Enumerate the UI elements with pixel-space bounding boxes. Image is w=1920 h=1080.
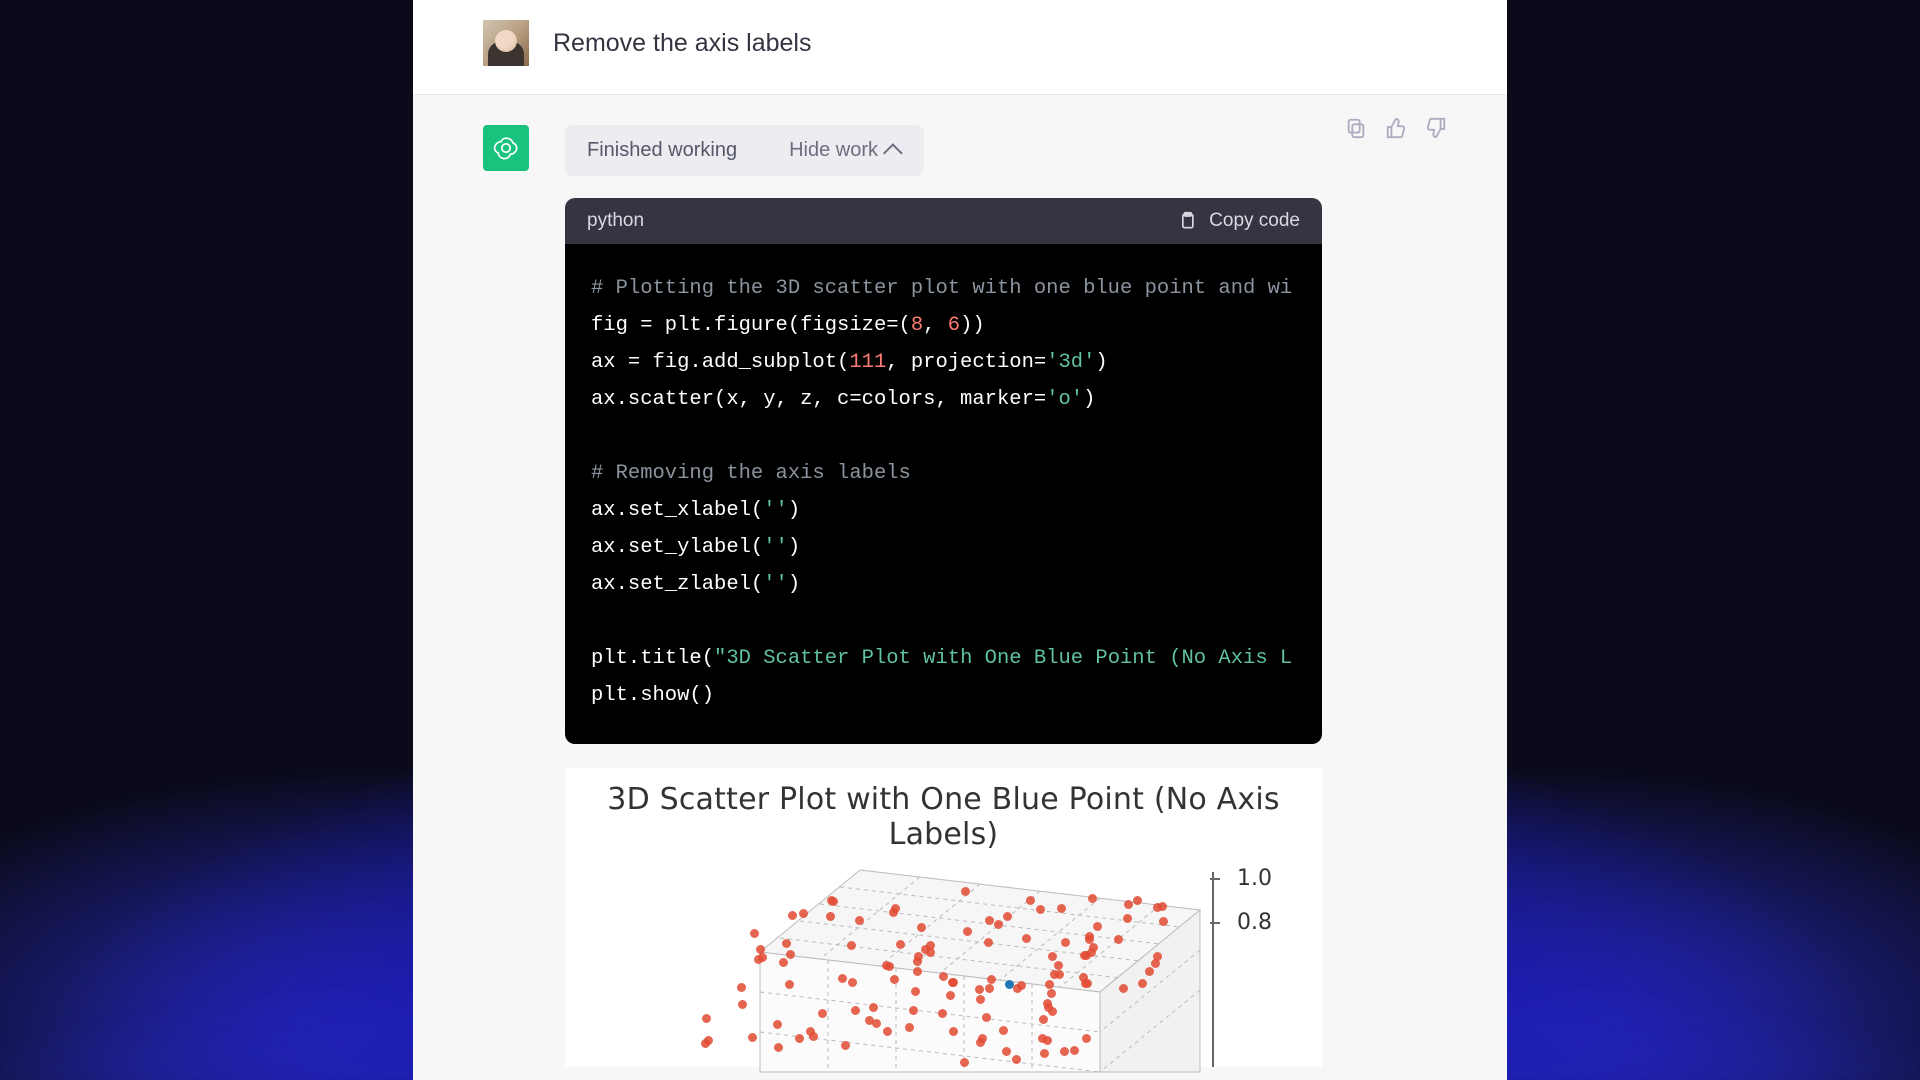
scatter-point [1133, 896, 1142, 905]
thumbs-up-icon[interactable] [1385, 117, 1407, 139]
scatter-point [774, 1043, 783, 1052]
scatter-point [911, 987, 920, 996]
scatter-point [795, 1034, 804, 1043]
hide-work-toggle[interactable]: Hide work [789, 139, 902, 162]
scatter-point [982, 1013, 991, 1022]
scatter-point [1026, 896, 1035, 905]
scatter-point [702, 1014, 711, 1023]
scatter-point [1054, 961, 1063, 970]
chevron-up-icon [883, 143, 903, 163]
plot-z-tick-label: 0.8 [1237, 910, 1272, 935]
assistant-message-area: Finished working Hide work python Copy c… [413, 95, 1507, 1080]
hide-work-label: Hide work [789, 139, 878, 162]
scatter-point [984, 938, 993, 947]
scatter-point [1159, 917, 1168, 926]
scatter-point [1055, 970, 1064, 979]
scatter-point-blue [1005, 980, 1014, 989]
code-block: python Copy code # Plotting the 3D scatt… [565, 198, 1322, 744]
plot-canvas: 1.0 0.8 [565, 862, 1322, 1067]
chat-panel: Remove the axis labels Fin [413, 0, 1507, 1080]
scatter-point [976, 995, 985, 1004]
feedback-buttons [1345, 117, 1447, 139]
user-avatar [483, 20, 529, 66]
scatter-point [1044, 1003, 1053, 1012]
scatter-point [1124, 900, 1133, 909]
scatter-point [1093, 922, 1102, 931]
scatter-point [1061, 938, 1070, 947]
plot-z-axis [1212, 872, 1214, 1067]
scatter-point [799, 909, 808, 918]
code-language-label: python [587, 210, 644, 232]
scatter-point [939, 972, 948, 981]
scatter-point [938, 1009, 947, 1018]
scatter-point [883, 1027, 892, 1036]
copy-code-label: Copy code [1209, 210, 1300, 232]
scatter-point [913, 957, 922, 966]
scatter-point [949, 978, 958, 987]
scatter-point [1088, 894, 1097, 903]
scatter-point [1087, 948, 1096, 957]
scatter-point [890, 975, 899, 984]
scatter-point [738, 1000, 747, 1009]
scatter-point [855, 916, 864, 925]
scatter-point [1039, 1015, 1048, 1024]
scatter-point [913, 967, 922, 976]
openai-logo-icon [492, 134, 520, 162]
plot-z-tick [1210, 922, 1220, 924]
scatter-point [786, 950, 795, 959]
clipboard-icon [1177, 211, 1197, 231]
scatter-point [1151, 959, 1160, 968]
plot-title: 3D Scatter Plot with One Blue Point (No … [565, 782, 1322, 852]
plot-output: 3D Scatter Plot with One Blue Point (No … [565, 768, 1322, 1067]
scatter-point [785, 980, 794, 989]
thumbs-down-icon[interactable] [1425, 117, 1447, 139]
scatter-point [1070, 1046, 1079, 1055]
scatter-point [788, 911, 797, 920]
scatter-point [838, 974, 847, 983]
user-message-row: Remove the axis labels [413, 0, 1507, 95]
code-content[interactable]: # Plotting the 3D scatter plot with one … [565, 244, 1322, 744]
copy-response-icon[interactable] [1345, 117, 1367, 139]
scatter-point [1012, 1055, 1021, 1064]
scatter-point [889, 908, 898, 917]
scatter-point [896, 940, 905, 949]
status-label: Finished working [587, 139, 737, 162]
scatter-point [851, 1006, 860, 1015]
scatter-point [1060, 1047, 1069, 1056]
scatter-point [885, 962, 894, 971]
scatter-point [847, 941, 856, 950]
work-status-pill: Finished working Hide work [565, 125, 924, 176]
scatter-point [737, 983, 746, 992]
scatter-point [1085, 932, 1094, 941]
scatter-point [701, 1039, 710, 1048]
plot-z-tick [1210, 878, 1220, 880]
code-block-header: python Copy code [565, 198, 1322, 244]
assistant-avatar [483, 125, 529, 171]
user-message-text: Remove the axis labels [553, 29, 811, 58]
scatter-point [987, 975, 996, 984]
assistant-body: Finished working Hide work python Copy c… [565, 125, 1325, 1067]
scatter-point [758, 953, 767, 962]
scatter-point [961, 887, 970, 896]
scatter-point [806, 1027, 815, 1036]
scatter-point [1022, 934, 1031, 943]
scatter-point [985, 984, 994, 993]
scatter-point [1045, 980, 1054, 989]
scatter-point [748, 1033, 757, 1042]
scatter-point [976, 1038, 985, 1047]
plot-z-tick-label: 1.0 [1237, 866, 1272, 891]
copy-code-button[interactable]: Copy code [1177, 210, 1300, 232]
